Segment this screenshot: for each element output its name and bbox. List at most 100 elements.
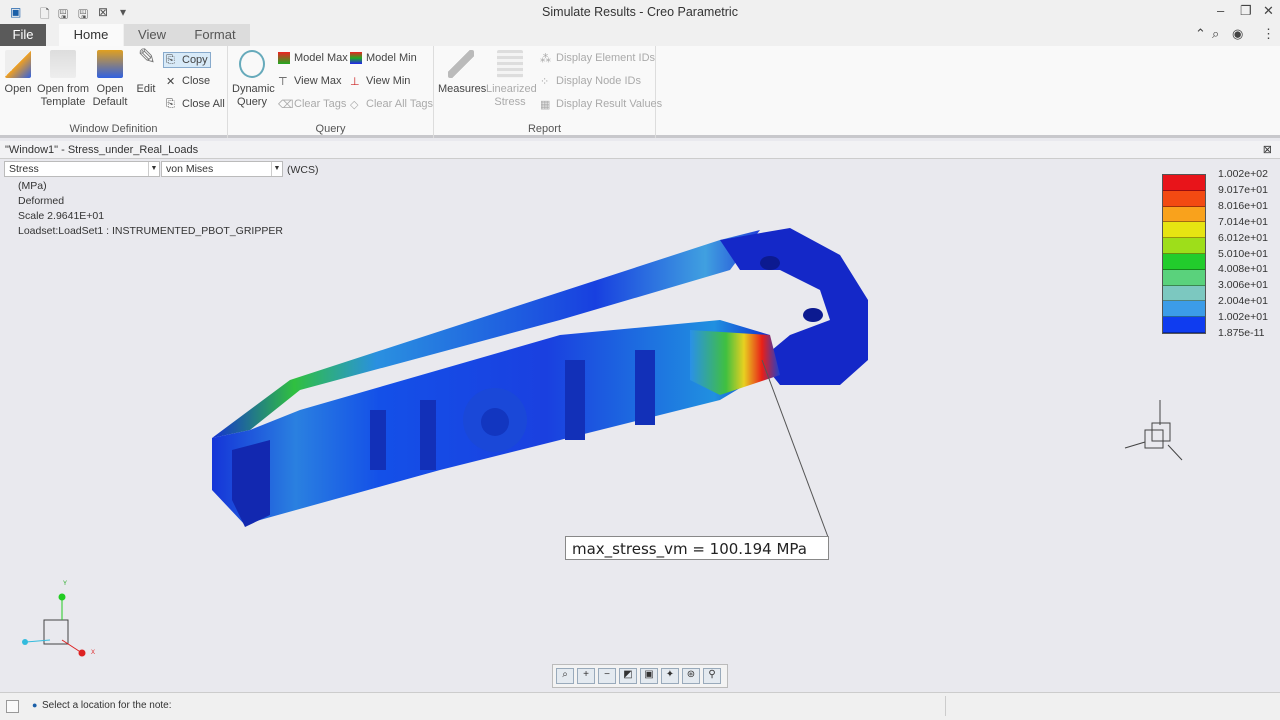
open-icon	[5, 50, 31, 78]
settings-icon[interactable]: ⋮	[1262, 26, 1275, 42]
zoom-in-icon[interactable]: +	[577, 668, 595, 684]
legend-band	[1163, 253, 1205, 270]
close-result-button[interactable]: ✕ Close	[166, 75, 210, 88]
saved-views-icon[interactable]: ▣	[640, 668, 658, 684]
group-query: Dynamic Query Model Max Model Min ⊤ View …	[228, 46, 434, 138]
annotation-display-icon[interactable]: ⚲	[703, 668, 721, 684]
help-icon[interactable]: ◉	[1232, 26, 1243, 42]
open-from-template-button[interactable]: Open from Template	[36, 50, 90, 109]
view-max-button[interactable]: ⊤ View Max	[278, 75, 341, 88]
model-min-button[interactable]: Model Min	[350, 52, 417, 64]
viewport-triad	[1124, 400, 1183, 461]
view-min-icon: ⊥	[350, 76, 360, 88]
linearized-stress-button[interactable]: Linearized Stress	[486, 50, 537, 109]
result-values-icon: ▦	[540, 99, 551, 111]
tab-format[interactable]: Format	[180, 24, 250, 46]
legend-color-bar	[1162, 174, 1206, 334]
window-title: Simulate Results - Creo Parametric	[542, 5, 738, 19]
clear-all-tags-button[interactable]: ◇ Clear All Tags	[350, 98, 433, 111]
open-button[interactable]: Open	[4, 50, 32, 96]
close-all-icon: ⎘	[166, 98, 175, 110]
max-stress-note[interactable]: max_stress_vm = 100.194 MPa	[565, 536, 829, 560]
edit-button[interactable]: ✎ Edit	[134, 44, 158, 96]
legend-label: 6.012e+01	[1218, 231, 1268, 244]
template-icon	[50, 50, 76, 78]
y-axis-icon: Y	[63, 581, 68, 587]
legend-band	[1163, 190, 1205, 207]
legend-band	[1163, 285, 1205, 302]
close-button[interactable]: ✕	[1263, 3, 1274, 19]
legend-label: 4.008e+01	[1218, 263, 1268, 276]
tab-file[interactable]: File	[0, 24, 46, 46]
status-message: Select a location for the note:	[42, 700, 172, 711]
clear-tags-button[interactable]: ⌫ Clear Tags	[278, 98, 346, 111]
open-default-button[interactable]: Open Default	[92, 50, 128, 109]
dynamic-query-button[interactable]: Dynamic Query	[232, 50, 275, 109]
legend-band	[1163, 238, 1205, 254]
model-viewport[interactable]	[0, 160, 1280, 690]
model-max-icon	[278, 52, 290, 64]
restore-button[interactable]: ❐	[1240, 3, 1252, 19]
close-window-icon[interactable]: ⊠	[1263, 143, 1272, 156]
divider	[945, 696, 946, 716]
bullet-icon: ●	[32, 700, 38, 710]
repaint-icon[interactable]: ◩	[619, 668, 637, 684]
copy-button[interactable]: ⎘ Copy	[163, 52, 211, 68]
ruler-icon	[448, 50, 474, 78]
legend-label: 7.014e+01	[1218, 215, 1268, 228]
table-icon	[497, 50, 523, 78]
group-label: Window Definition	[69, 123, 158, 135]
group-label: Query	[315, 123, 346, 135]
tab-view[interactable]: View	[124, 24, 180, 46]
close-icon: ✕	[166, 76, 176, 88]
status-bar: ● Select a location for the note:	[0, 692, 1280, 720]
legend-band	[1163, 301, 1205, 318]
spin-center-icon[interactable]: ⊛	[682, 668, 700, 684]
legend-label: 5.010e+01	[1218, 247, 1268, 260]
view-toolbar: ⌕ + − ◩ ▣ ✦ ⊛ ⚲	[552, 664, 728, 688]
title-bar: ▣ 🗋 🖫 🖫 ⊠ ▾ Simulate Results - Creo Para…	[0, 0, 1280, 24]
legend-label: 9.017e+01	[1218, 183, 1268, 196]
refit-icon[interactable]: ⌕	[556, 668, 574, 684]
close-all-button[interactable]: ⎘ Close All	[166, 98, 225, 110]
search-icon[interactable]: ⌕	[1212, 26, 1219, 42]
group-window-definition: Open Open from Template Open Default ✎ Ed…	[0, 46, 228, 138]
legend-band	[1163, 317, 1205, 333]
legend-label: 2.004e+01	[1218, 295, 1268, 308]
group-report: Measures Linearized Stress ⁂ Display Elem…	[434, 46, 662, 138]
display-node-ids-button[interactable]: ⁘ Display Node IDs	[540, 75, 641, 88]
node-ids-icon: ⁘	[540, 76, 550, 88]
display-style-icon[interactable]: ✦	[661, 668, 679, 684]
zoom-out-icon[interactable]: −	[598, 668, 616, 684]
legend-label: 1.002e+01	[1218, 311, 1268, 324]
note-leader-line	[761, 359, 829, 538]
model-max-button[interactable]: Model Max	[278, 52, 348, 64]
orientation-triad	[22, 593, 86, 657]
copy-icon: ⎘	[166, 54, 175, 66]
display-result-values-button[interactable]: ▦ Display Result Values	[540, 98, 662, 111]
default-icon	[97, 50, 123, 78]
legend-label: 1.002e+02	[1218, 168, 1268, 180]
collapse-ribbon-icon[interactable]: ⌃	[1195, 26, 1206, 42]
legend-label: 3.006e+01	[1218, 279, 1268, 292]
legend-band	[1163, 175, 1205, 191]
minimize-button[interactable]: –	[1217, 3, 1224, 18]
ribbon: Open Open from Template Open Default ✎ Ed…	[0, 46, 1280, 138]
legend-label: 1.875e-11	[1218, 327, 1265, 339]
ribbon-tabs: File Home View Format ⌃ ⌕ ◉ ⋮	[0, 24, 1280, 46]
legend-band	[1163, 269, 1205, 286]
view-min-button[interactable]: ⊥ View Min	[350, 75, 410, 88]
view-max-icon: ⊤	[278, 76, 288, 88]
eraser-icon: ⌫	[278, 99, 294, 111]
display-element-ids-button[interactable]: ⁂ Display Element IDs	[540, 52, 655, 65]
pencil-icon: ✎	[137, 44, 157, 69]
legend-label: 8.016e+01	[1218, 199, 1268, 212]
message-toggle-button[interactable]	[6, 700, 19, 713]
gripper-model	[212, 228, 868, 527]
measures-button[interactable]: Measures	[438, 50, 486, 96]
legend-band	[1163, 206, 1205, 223]
legend-band	[1163, 222, 1205, 239]
x-axis-icon: X	[91, 650, 96, 656]
dynamic-query-icon	[239, 50, 265, 78]
tab-home[interactable]: Home	[59, 24, 123, 46]
